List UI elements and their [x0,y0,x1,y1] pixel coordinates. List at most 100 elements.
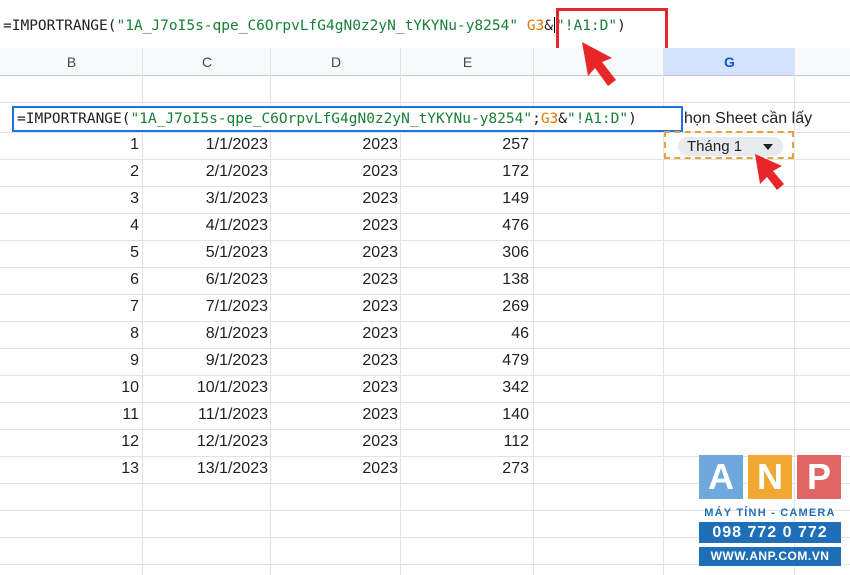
table-cell[interactable]: 5 [130,244,139,262]
formula-cell-ref: G3 [526,18,545,34]
logo-tagline: MÁY TÍNH - CAMERA [704,507,836,519]
table-cell[interactable]: 257 [502,136,529,154]
table-cell[interactable]: 172 [502,163,529,181]
sheet-dropdown-value: Tháng 1 [687,138,743,155]
table-cell[interactable]: 9 [130,352,139,370]
grid-line [0,348,850,349]
logo-website: WWW.ANP.COM.VN [699,547,841,566]
editor-range: "!A1:D" [567,111,629,127]
table-cell[interactable]: 2023 [362,136,398,154]
table-cell[interactable]: 306 [502,244,529,262]
table-cell[interactable]: 10 [121,379,139,397]
table-cell[interactable]: 2023 [362,433,398,451]
editor-cell-ref: G3 [540,111,559,127]
logo-tile-n: N [748,455,792,499]
table-cell[interactable]: 46 [511,325,529,343]
logo-tile-p: P [797,455,841,499]
table-cell[interactable]: 11/1/2023 [198,406,268,424]
cell-editor-formula[interactable]: =IMPORTRANGE("1A_J7oI5s-qpe_C6OrpvLfG4gN… [17,111,637,127]
table-cell[interactable]: 112 [503,433,529,451]
table-cell[interactable]: 13/1/2023 [197,460,268,478]
grid-line [0,102,850,103]
column-header-e[interactable]: E [401,48,534,76]
table-cell[interactable]: 9/1/2023 [206,352,268,370]
table-cell[interactable]: 1/1/2023 [206,136,268,154]
table-cell[interactable]: 8 [130,325,139,343]
sheet-picker-label: họn Sheet cần lấy [684,110,813,127]
table-cell[interactable]: 6 [130,271,139,289]
editor-separator: ; [532,111,541,127]
table-cell[interactable]: 273 [502,460,529,478]
column-header-h[interactable] [795,48,850,76]
grid-line [0,321,850,322]
grid-line [0,429,850,430]
logo-tile-a: A [699,455,743,499]
grid-line [0,240,850,241]
table-cell[interactable]: 12 [121,433,139,451]
column-header-g[interactable]: G [664,48,795,76]
grid-line [0,267,850,268]
table-cell[interactable]: 2023 [362,352,398,370]
column-header-c[interactable]: C [143,48,271,76]
text-cursor [554,17,556,33]
editor-suffix: ) [628,111,637,127]
table-cell[interactable]: 13 [121,460,139,478]
table-cell[interactable]: 2023 [362,190,398,208]
grid-line [0,294,850,295]
table-cell[interactable]: 5/1/2023 [206,244,268,262]
table-cell[interactable]: 269 [502,298,529,316]
grid-line [0,213,850,214]
table-cell[interactable]: 2023 [362,325,398,343]
grid-line [0,375,850,376]
table-cell[interactable]: 2023 [362,271,398,289]
formula-text[interactable]: =IMPORTRANGE("1A_J7oI5s-qpe_C6OrpvLfG4gN… [3,17,626,34]
table-cell[interactable]: 4 [130,217,139,235]
formula-bar[interactable]: =IMPORTRANGE("1A_J7oI5s-qpe_C6OrpvLfG4gN… [0,0,850,57]
grid-line [0,402,850,403]
pointer-arrow-icon [582,42,616,86]
table-cell[interactable]: 149 [502,190,529,208]
table-cell[interactable]: 10/1/2023 [197,379,268,397]
editor-concat: & [558,111,568,127]
table-cell[interactable]: 2023 [362,460,398,478]
table-cell[interactable]: 476 [502,217,529,235]
table-cell[interactable]: 140 [502,406,529,424]
grid-line [0,186,850,187]
grid-line [0,159,850,160]
table-cell[interactable]: 7/1/2023 [206,298,268,316]
anp-logo: A N P MÁY TÍNH - CAMERA 098 772 0 772 WW… [699,455,841,569]
logo-phone: 098 772 0 772 [699,522,841,543]
table-cell[interactable]: 2/1/2023 [206,163,268,181]
table-cell[interactable]: 2023 [362,244,398,262]
table-cell[interactable]: 342 [502,379,529,397]
table-cell[interactable]: 8/1/2023 [206,325,268,343]
column-header-d[interactable]: D [271,48,401,76]
formula-separator [518,18,527,34]
table-cell[interactable]: 2 [130,163,139,181]
table-cell[interactable]: 1 [130,136,139,154]
table-cell[interactable]: 2023 [362,406,398,424]
arrow-annotation-dropdown [755,154,784,190]
table-cell[interactable]: 7 [130,298,139,316]
table-cell[interactable]: 138 [502,271,529,289]
editor-spreadsheet-id: "1A_J7oI5s-qpe_C6OrpvLfG4gN0z2yN_tYKYNu-… [130,111,533,127]
table-cell[interactable]: 4/1/2023 [206,217,268,235]
table-cell[interactable]: 3 [130,190,139,208]
formula-spreadsheet-id: "1A_J7oI5s-qpe_C6OrpvLfG4gN0z2yN_tYKYNu-… [116,18,519,34]
formula-prefix: =IMPORTRANGE( [3,18,117,34]
table-cell[interactable]: 12/1/2023 [197,433,268,451]
cell-editor[interactable]: =IMPORTRANGE("1A_J7oI5s-qpe_C6OrpvLfG4gN… [12,106,683,132]
table-cell[interactable]: 2023 [362,217,398,235]
pointer-arrow-icon [755,154,784,190]
formula-concat: & [544,18,554,34]
arrow-annotation-formula [582,42,616,86]
table-cell[interactable]: 2023 [362,163,398,181]
column-header-b[interactable]: B [0,48,143,76]
editor-prefix: =IMPORTRANGE( [17,111,131,127]
table-cell[interactable]: 11 [122,406,139,424]
table-cell[interactable]: 479 [502,352,529,370]
table-cell[interactable]: 2023 [362,298,398,316]
table-cell[interactable]: 3/1/2023 [206,190,268,208]
table-cell[interactable]: 6/1/2023 [206,271,268,289]
table-cell[interactable]: 2023 [362,379,398,397]
